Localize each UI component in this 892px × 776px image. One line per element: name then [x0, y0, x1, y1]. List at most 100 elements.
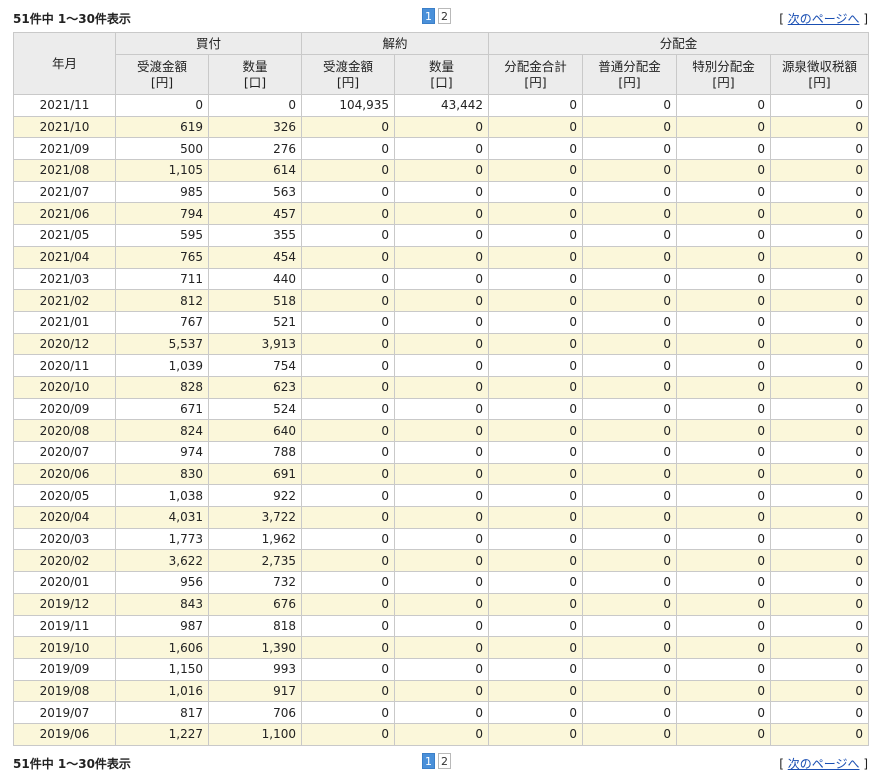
value-cell: 0: [582, 571, 678, 594]
value-cell: 0: [394, 202, 490, 226]
bracket-open-bottom: [: [779, 757, 784, 771]
column-header-unit: [円]: [524, 74, 547, 90]
value-cell: 0: [394, 549, 490, 573]
value-cell: 0: [770, 94, 870, 117]
value-cell: 0: [676, 419, 772, 442]
value-cell: 0: [676, 506, 772, 529]
value-cell: 0: [582, 657, 678, 681]
value-cell: 0: [488, 202, 584, 226]
table-row: 2021/05 595 355 0 0 0 0 0 0: [13, 224, 870, 247]
table-row: 2019/11 987 818 0 0 0 0 0 0: [13, 614, 870, 638]
value-cell: 732: [207, 571, 303, 594]
year-month-cell: 2020/07: [13, 441, 116, 464]
value-cell: 0: [488, 354, 584, 377]
value-cell: 0: [488, 592, 584, 616]
value-cell: 0: [770, 722, 870, 746]
value-cell: 706: [207, 701, 303, 724]
page-2-button[interactable]: 2: [438, 8, 451, 24]
value-cell: 0: [301, 657, 396, 681]
value-cell: 0: [301, 115, 396, 139]
value-cell: 355: [207, 224, 303, 247]
value-cell: 0: [582, 354, 678, 377]
value-cell: 0: [582, 441, 678, 464]
table-body: 2021/11 0 0 104,935 43,442 0 0 0 0 2021/10 619 326 0…: [13, 94, 870, 746]
value-cell: 0: [770, 115, 870, 139]
value-cell: 0: [770, 614, 870, 638]
value-cell: 0: [770, 310, 870, 334]
table-row: 2021/06 794 457 0 0 0 0 0 0: [13, 202, 870, 226]
value-cell: 4,031: [115, 506, 209, 529]
column-header-label: 源泉徴収税額: [782, 58, 858, 74]
value-cell: 0: [488, 527, 584, 551]
year-month-cell: 2020/08: [13, 419, 116, 442]
next-page-link[interactable]: 次のページへ: [788, 12, 860, 26]
dist-ordinary-header: 普通分配金 [円]: [582, 54, 678, 95]
value-cell: 1,039: [115, 354, 209, 377]
withholding-tax-header: 源泉徴収税額 [円]: [770, 54, 870, 95]
value-cell: 0: [394, 701, 490, 724]
value-cell: 0: [676, 701, 772, 724]
value-cell: 0: [488, 137, 584, 161]
value-cell: 0: [770, 375, 870, 399]
table-row: 2020/09 671 524 0 0 0 0 0 0: [13, 397, 870, 421]
value-cell: 0: [770, 180, 870, 204]
year-month-cell: 2021/06: [13, 202, 116, 226]
value-cell: 0: [301, 354, 396, 377]
next-page-link-bottom[interactable]: 次のページへ: [788, 757, 860, 771]
value-cell: 3,722: [207, 506, 303, 529]
value-cell: 0: [301, 441, 396, 464]
value-cell: 0: [301, 636, 396, 659]
value-cell: 0: [301, 267, 396, 291]
value-cell: 0: [301, 159, 396, 182]
value-cell: 2,735: [207, 549, 303, 573]
value-cell: 563: [207, 180, 303, 204]
value-cell: 0: [488, 224, 584, 247]
bracket-close: ]: [863, 12, 868, 26]
value-cell: 0: [301, 592, 396, 616]
next-page-link-wrapper-bottom: [ 次のページへ ]: [779, 755, 868, 772]
value-cell: 1,150: [115, 657, 209, 681]
page-1-button[interactable]: 1: [422, 8, 435, 24]
value-cell: 0: [676, 224, 772, 247]
column-header-unit: [円]: [808, 74, 831, 90]
year-month-cell: 2021/10: [13, 115, 116, 139]
column-header-unit: [円]: [336, 74, 360, 90]
value-cell: 0: [582, 397, 678, 421]
value-cell: 0: [582, 527, 678, 551]
year-month-cell: 2020/02: [13, 549, 116, 573]
value-cell: 0: [582, 267, 678, 291]
value-cell: 812: [115, 289, 209, 312]
value-cell: 974: [115, 441, 209, 464]
value-cell: 830: [115, 462, 209, 486]
value-cell: 0: [488, 484, 584, 508]
value-cell: 0: [582, 462, 678, 486]
value-cell: 0: [394, 636, 490, 659]
value-cell: 0: [676, 679, 772, 703]
value-cell: 1,227: [115, 722, 209, 746]
value-cell: 0: [676, 722, 772, 746]
value-cell: 0: [676, 267, 772, 291]
value-cell: 0: [207, 94, 303, 117]
year-month-cell: 2020/03: [13, 527, 116, 551]
value-cell: 0: [394, 115, 490, 139]
page-2-button-bottom[interactable]: 2: [438, 753, 451, 769]
year-month-cell: 2021/05: [13, 224, 116, 247]
value-cell: 0: [394, 657, 490, 681]
year-month-cell: 2021/11: [13, 94, 116, 117]
value-cell: 623: [207, 375, 303, 399]
year-month-cell: 2019/10: [13, 636, 116, 659]
value-cell: 0: [394, 397, 490, 421]
column-header-label: 受渡金額: [136, 58, 187, 74]
value-cell: 0: [582, 224, 678, 247]
year-month-cell: 2021/01: [13, 310, 116, 334]
page-1-button-bottom[interactable]: 1: [422, 753, 435, 769]
value-cell: 0: [301, 549, 396, 573]
value-cell: 0: [770, 657, 870, 681]
value-cell: 0: [488, 180, 584, 204]
year-month-header: 年月: [13, 32, 116, 95]
value-cell: 0: [770, 224, 870, 247]
value-cell: 0: [488, 657, 584, 681]
value-cell: 0: [582, 159, 678, 182]
table-row: 2021/10 619 326 0 0 0 0 0 0: [13, 115, 870, 139]
page-selector: 1 2: [422, 8, 451, 24]
